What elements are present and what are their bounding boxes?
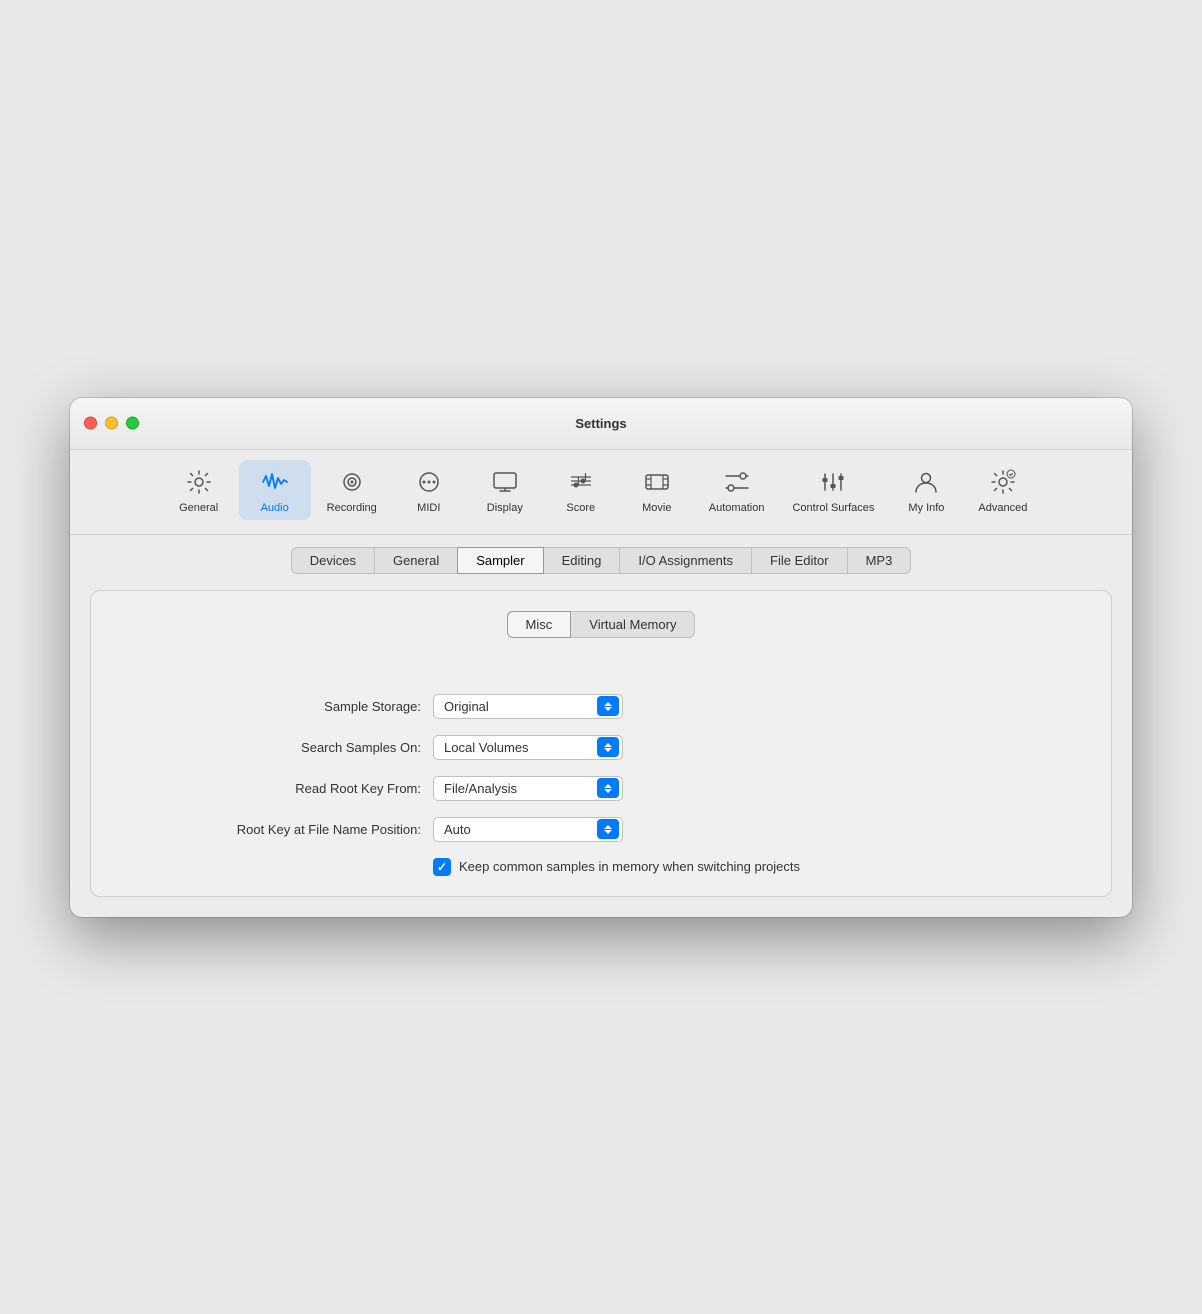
toolbar-label-display: Display [487,502,523,514]
close-button[interactable] [84,417,97,430]
toolbar-item-general[interactable]: General [163,460,235,520]
toolbar-item-score[interactable]: Score [545,460,617,520]
content-panel: Misc Virtual Memory Sample Storage: Orig… [90,590,1112,897]
toolbar-item-recording[interactable]: Recording [315,460,389,520]
maximize-button[interactable] [126,417,139,430]
tab-sampler[interactable]: Sampler [457,547,543,574]
toolbar-label-midi: MIDI [417,502,440,514]
audio-icon [259,466,291,498]
root-key-position-select[interactable]: Auto Prefix Suffix [433,817,623,842]
gear-icon [183,466,215,498]
toolbar-label-score: Score [566,502,595,514]
search-samples-select[interactable]: Local Volumes All Volumes Specific Folde… [433,735,623,760]
keep-samples-checkbox[interactable]: ✓ [433,858,451,876]
search-samples-row: Search Samples On: Local Volumes All Vol… [191,735,623,760]
toolbar-label-movie: Movie [642,502,671,514]
tab-editing[interactable]: Editing [543,547,621,574]
read-root-key-row: Read Root Key From: File/Analysis File O… [191,776,623,801]
minimize-button[interactable] [105,417,118,430]
read-root-key-select-wrapper: File/Analysis File Only Analysis Only Do… [433,776,623,801]
traffic-lights [84,417,139,430]
midi-icon [413,466,445,498]
subtab-virtual-memory[interactable]: Virtual Memory [570,611,695,638]
subtab-misc[interactable]: Misc [507,611,572,638]
toolbar-item-advanced[interactable]: Advanced [966,460,1039,520]
automation-icon [721,466,753,498]
read-root-key-label: Read Root Key From: [191,781,421,796]
sample-storage-row: Sample Storage: Original Converted Proje… [191,694,623,719]
movie-icon [641,466,673,498]
settings-window: Settings General Audio [70,398,1132,917]
search-samples-label: Search Samples On: [191,740,421,755]
toolbar-item-automation[interactable]: Automation [697,460,777,520]
toolbar-item-control-surfaces[interactable]: Control Surfaces [780,460,886,520]
my-info-icon [910,466,942,498]
subtab-bar: Misc Virtual Memory [507,611,696,638]
sample-storage-select[interactable]: Original Converted Project [433,694,623,719]
toolbar-label-advanced: Advanced [978,502,1027,514]
root-key-position-row: Root Key at File Name Position: Auto Pre… [191,817,623,842]
recording-icon [336,466,368,498]
advanced-icon [987,466,1019,498]
tab-file-editor[interactable]: File Editor [751,547,848,574]
toolbar-item-midi[interactable]: MIDI [393,460,465,520]
root-key-position-label: Root Key at File Name Position: [191,822,421,837]
keep-samples-label: Keep common samples in memory when switc… [459,859,800,874]
content-area: Misc Virtual Memory Sample Storage: Orig… [70,574,1132,917]
tab-bar: Devices General Sampler Editing I/O Assi… [70,535,1132,574]
toolbar-label-recording: Recording [327,502,377,514]
sample-storage-label: Sample Storage: [191,699,421,714]
sample-storage-select-wrapper: Original Converted Project [433,694,623,719]
toolbar-label-my-info: My Info [908,502,944,514]
checkmark-icon: ✓ [437,860,447,874]
root-key-position-select-wrapper: Auto Prefix Suffix [433,817,623,842]
form-area: Sample Storage: Original Converted Proje… [111,694,1091,876]
control-surfaces-icon [817,466,849,498]
tab-devices[interactable]: Devices [291,547,375,574]
titlebar: Settings [70,398,1132,450]
toolbar: General Audio Recording [70,450,1132,535]
toolbar-label-automation: Automation [709,502,765,514]
toolbar-label-general: General [179,502,218,514]
toolbar-item-display[interactable]: Display [469,460,541,520]
toolbar-item-my-info[interactable]: My Info [890,460,962,520]
toolbar-item-audio[interactable]: Audio [239,460,311,520]
display-icon [489,466,521,498]
search-samples-select-wrapper: Local Volumes All Volumes Specific Folde… [433,735,623,760]
tab-io-assignments[interactable]: I/O Assignments [619,547,752,574]
checkbox-row: ✓ Keep common samples in memory when swi… [433,858,800,876]
toolbar-label-control-surfaces: Control Surfaces [792,502,874,514]
score-icon [565,466,597,498]
toolbar-item-movie[interactable]: Movie [621,460,693,520]
tab-mp3[interactable]: MP3 [847,547,912,574]
window-title: Settings [575,416,626,431]
read-root-key-select[interactable]: File/Analysis File Only Analysis Only Do… [433,776,623,801]
tab-general[interactable]: General [374,547,458,574]
toolbar-label-audio: Audio [261,502,289,514]
